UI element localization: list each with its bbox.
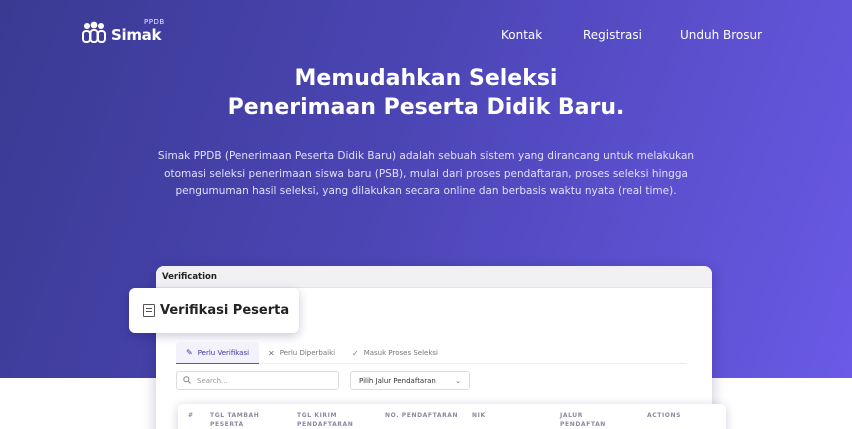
close-icon: ✕: [268, 348, 275, 358]
col-jalur: JALUR PENDAFTAN: [560, 412, 606, 428]
tab-perlu-verifikasi[interactable]: ✎ Perlu Verifikasi: [176, 342, 260, 364]
tab-perlu-diperbaiki[interactable]: ✕ Perlu Diperbaiki: [258, 342, 345, 364]
badge-title: Verifikasi Peserta: [160, 303, 290, 318]
search-placeholder: Search...: [197, 376, 228, 385]
hero-title: Memudahkan Seleksi Penerimaan Peserta Di…: [0, 64, 852, 122]
check-icon: ✓: [352, 348, 359, 358]
brand-name: Simak: [111, 26, 162, 44]
search-icon: [183, 375, 191, 386]
tab-label: Masuk Proses Seleksi: [363, 349, 438, 357]
chat-icon: ✎: [186, 348, 193, 357]
hero-desc-line3: pengumuman hasil seleksi, yang dilakukan…: [175, 185, 677, 197]
search-input[interactable]: Search...: [176, 371, 339, 390]
col-actions: ACTIONS: [647, 412, 682, 419]
people-icon: [82, 21, 106, 43]
data-table: # TGL TAMBAH PESERTA TGL KIRIM PENDAFTAR…: [178, 404, 726, 429]
hero-title-line2: Penerimaan Peserta Didik Baru.: [227, 95, 625, 120]
preview-tabs: ✎ Perlu Verifikasi ✕ Perlu Diperbaiki ✓ …: [176, 342, 686, 364]
brand-sup: PPDB: [144, 18, 165, 26]
verifikasi-badge: Verifikasi Peserta: [129, 288, 299, 333]
tab-label: Perlu Verifikasi: [197, 348, 250, 357]
jalur-select[interactable]: Pilih Jalur Pendaftaran ⌄: [350, 371, 470, 390]
brand-logo[interactable]: Simak PPDB: [82, 18, 164, 44]
col-no-pendaftaran: NO. PENDAFTARAN: [385, 412, 459, 419]
nav-unduh-brosur[interactable]: Unduh Brosur: [680, 28, 762, 42]
col-nik: NIK: [472, 412, 486, 419]
col-tgl-kirim: TGL KIRIM PENDAFTARAN: [297, 412, 354, 428]
chevron-down-icon: ⌄: [455, 376, 461, 385]
nav-kontak[interactable]: Kontak: [501, 28, 542, 42]
document-icon: [143, 304, 155, 317]
hero-description: Simak PPDB (Penerimaan Peserta Didik Bar…: [140, 148, 712, 201]
hero-desc-line2: otomasi seleksi penerimaan siswa baru (P…: [164, 167, 688, 180]
preview-window-title: Verification: [156, 266, 712, 288]
hero-title-line1: Memudahkan Seleksi: [294, 66, 558, 91]
col-index: #: [188, 412, 194, 419]
nav-registrasi[interactable]: Registrasi: [583, 28, 642, 42]
tab-label: Perlu Diperbaiki: [279, 349, 336, 357]
col-tgl-tambah: TGL TAMBAH PESERTA: [210, 412, 260, 428]
tab-masuk-proses-seleksi[interactable]: ✓ Masuk Proses Seleksi: [342, 342, 448, 364]
hero-desc-line1: Simak PPDB (Penerimaan Peserta Didik Bar…: [157, 150, 695, 162]
select-value: Pilih Jalur Pendaftaran: [359, 376, 436, 385]
